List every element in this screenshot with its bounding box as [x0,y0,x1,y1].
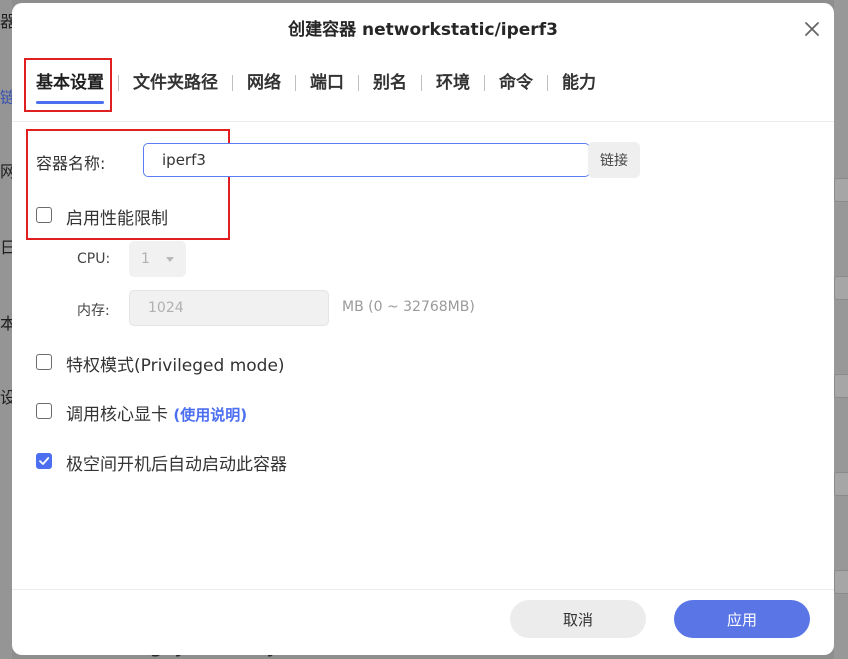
performance-limit-checkbox[interactable] [36,207,52,223]
dialog-title: 创建容器 networkstatic/iperf3 [288,20,558,40]
annotation-box-tab [24,58,112,112]
gpu-checkbox[interactable] [36,403,52,419]
check-icon [39,457,50,465]
container-name-input[interactable] [143,143,590,177]
gpu-row: 调用核心显卡 (使用说明) [66,400,247,425]
privileged-label: 特权模式(Privileged mode) [66,356,285,376]
close-icon[interactable] [800,17,824,41]
chevron-down-icon [166,257,174,262]
background-chip [834,276,848,300]
gpu-label: 调用核心显卡 [66,405,168,425]
tab-alias[interactable]: 别名 [359,69,421,97]
cpu-select[interactable]: 1 [129,241,186,277]
tab-environment[interactable]: 环境 [422,69,484,97]
autostart-checkbox[interactable] [36,453,52,469]
background-chip [834,374,848,398]
container-name-label: 容器名称: [36,154,106,173]
background-right-column [834,0,848,659]
tab-capability[interactable]: 能力 [548,69,610,97]
create-container-dialog: 创建容器 networkstatic/iperf3 基本设置 文件夹路径 网络 … [12,3,834,655]
background-chip [834,472,848,496]
tab-divider [12,121,834,122]
background-chip [834,178,848,202]
autostart-label: 极空间开机后自动启动此容器 [66,455,287,475]
cpu-label: CPU: [77,251,111,267]
memory-unit: MB (0 ~ 32768MB) [342,299,475,315]
performance-limit-label: 启用性能限制 [66,209,168,229]
background-sidebar: 器 链 网 日 本 设 [0,0,16,659]
link-button[interactable]: 链接 [588,142,640,178]
tab-network[interactable]: 网络 [233,69,295,97]
cancel-button[interactable]: 取消 [510,600,646,638]
footer-divider [12,589,834,590]
memory-input[interactable]: 1024 [129,290,329,326]
privileged-checkbox[interactable] [36,354,52,370]
tab-command[interactable]: 命令 [485,69,547,97]
apply-button[interactable]: 应用 [674,600,810,638]
memory-label: 内存: [77,303,110,319]
tab-port[interactable]: 端口 [296,69,358,97]
background-chip [834,570,848,594]
tab-folder-path[interactable]: 文件夹路径 [119,69,232,97]
gpu-help-link[interactable]: (使用说明) [173,406,247,424]
cpu-value: 1 [141,251,150,267]
